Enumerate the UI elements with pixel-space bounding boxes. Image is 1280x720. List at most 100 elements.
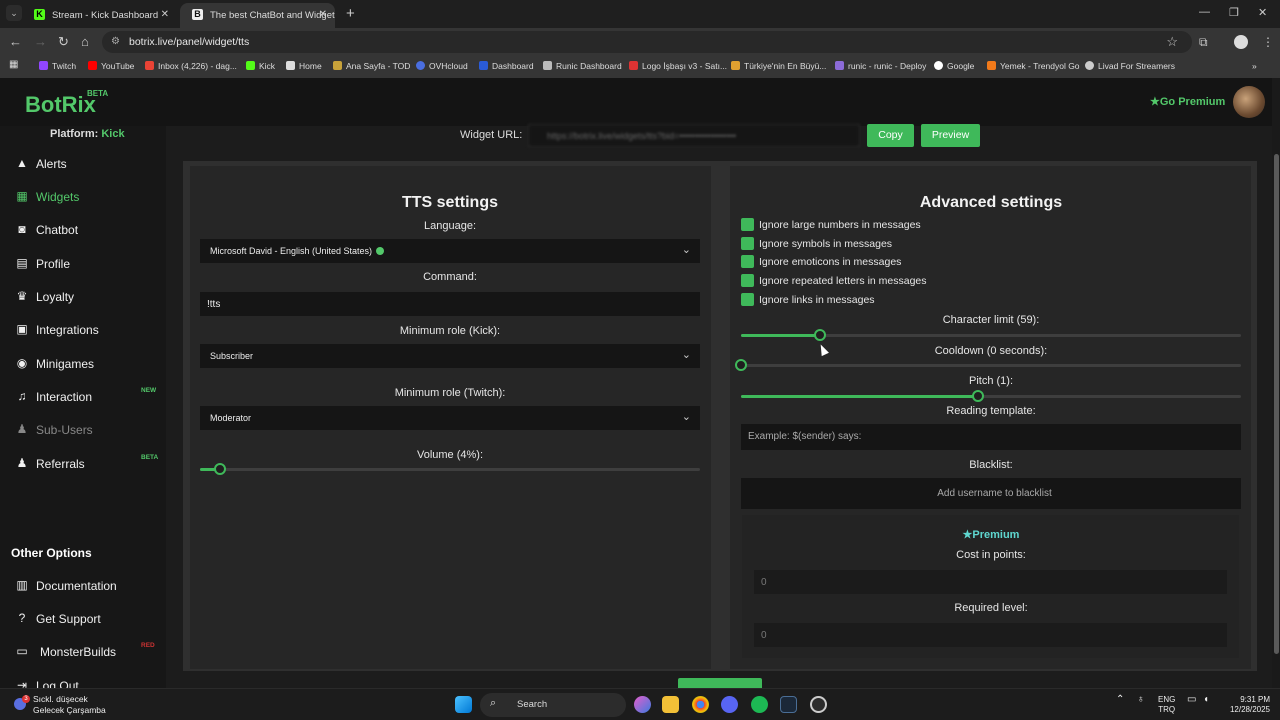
network-icon[interactable]: ▭ xyxy=(1187,695,1196,705)
save-button[interactable] xyxy=(678,678,762,688)
app-icon[interactable] xyxy=(810,696,827,713)
bookmark-ovhcloud[interactable]: OVHcloud xyxy=(416,61,468,71)
cost-in-points-input[interactable]: 0 xyxy=(754,570,1227,594)
discord-icon[interactable] xyxy=(721,696,738,713)
sidebar-item-log-out[interactable]: ⇥ Log Out xyxy=(14,678,164,688)
windows-start-icon[interactable] xyxy=(455,696,472,713)
cooldown-slider-thumb[interactable] xyxy=(735,359,747,371)
sidebar-item-integrations[interactable]: ▣ Integrations xyxy=(14,322,164,342)
sidebar-item-loyalty[interactable]: ♛ Loyalty xyxy=(14,289,164,309)
botrix-logo[interactable]: BotRix xyxy=(25,92,96,118)
min-role-twitch-select[interactable]: Moderator ⌄ xyxy=(200,406,700,430)
mail-icon xyxy=(145,61,154,70)
reading-template-input[interactable]: Example: $(sender) says: xyxy=(741,424,1241,450)
url-bar[interactable]: ⚙ botrix.live/panel/widget/tts ☆ xyxy=(102,31,1192,53)
back-arrow-icon[interactable]: ← xyxy=(9,34,22,49)
volume-slider[interactable] xyxy=(200,463,700,475)
page-scroll-thumb[interactable] xyxy=(1274,154,1279,654)
copilot-icon[interactable] xyxy=(634,696,651,713)
command-input[interactable]: !tts xyxy=(200,292,700,316)
pitch-slider-thumb[interactable] xyxy=(972,390,984,402)
clock[interactable]: 9:31 PM 12/28/2025 xyxy=(1226,695,1270,715)
site-info-icon[interactable]: ⚙ xyxy=(111,36,120,47)
blacklist-label: Blacklist: xyxy=(969,459,1013,471)
checkbox-checked-icon[interactable] xyxy=(741,274,754,287)
volume-slider-thumb[interactable] xyxy=(214,463,226,475)
sidebar-item-sub-users[interactable]: ♟ Sub-Users xyxy=(14,422,164,442)
file-explorer-icon[interactable] xyxy=(662,696,679,713)
bookmark-kick[interactable]: Kick xyxy=(246,61,275,71)
more-bookmarks-icon[interactable]: » xyxy=(1252,61,1257,71)
sidebar-item-widgets[interactable]: ▦ Widgets xyxy=(14,189,164,209)
bookmark-inbox[interactable]: Inbox (4,226) - dag... xyxy=(145,61,237,71)
required-level-input[interactable]: 0 xyxy=(754,623,1227,647)
bookmark-logo-isbasi[interactable]: Logo İşbaşı v3 - Satı... xyxy=(629,61,727,71)
sidebar-item-profile[interactable]: ▤ Profile xyxy=(14,256,164,276)
language-indicator[interactable]: ENG TRQ xyxy=(1158,695,1175,715)
apps-grid-icon[interactable]: ▦ xyxy=(9,59,18,70)
tab-kick-dashboard[interactable]: K Stream - Kick Dashboard ✕ xyxy=(22,3,177,28)
close-tab-icon[interactable]: ✕ xyxy=(319,9,327,20)
close-tab-icon[interactable]: ✕ xyxy=(161,9,169,20)
sidebar-item-referrals[interactable]: ♟ Referrals BETA xyxy=(14,454,164,476)
microphone-icon[interactable]: ♁ xyxy=(1137,695,1145,705)
bookmark-twitch[interactable]: Twitch xyxy=(39,61,76,71)
bookmark-runic-dashboard[interactable]: Runic Dashboard xyxy=(543,61,622,71)
checkbox-checked-icon[interactable] xyxy=(741,237,754,250)
pitch-slider[interactable] xyxy=(741,390,1241,402)
home-icon[interactable]: ⌂ xyxy=(81,34,89,49)
chevron-down-icon: ⌄ xyxy=(681,244,691,256)
character-limit-slider[interactable] xyxy=(741,329,1241,341)
restore-icon[interactable]: ❐ xyxy=(1229,6,1239,19)
steam-icon[interactable] xyxy=(780,696,797,713)
volume-icon[interactable]: ◖ xyxy=(1203,695,1209,705)
tab-search-chevron-icon[interactable]: ⌄ xyxy=(6,5,22,21)
language-select[interactable]: Microsoft David - English (United States… xyxy=(200,239,700,263)
bookmark-dashboard[interactable]: Dashboard xyxy=(479,61,534,71)
sidebar-item-monsterbuilds[interactable]: ▭ MonsterBuilds RED xyxy=(14,642,164,664)
sidebar-item-interaction[interactable]: ♫ Interaction NEW xyxy=(14,387,164,409)
bookmark-star-icon[interactable]: ☆ xyxy=(1166,34,1178,50)
reload-icon[interactable]: ↻ xyxy=(58,34,69,50)
go-premium-link[interactable]: ★Go Premium xyxy=(1150,95,1225,108)
bookmark-livad[interactable]: Livad For Streamers xyxy=(1085,61,1175,71)
chrome-icon[interactable] xyxy=(692,696,709,713)
bookmark-home[interactable]: Home xyxy=(286,61,322,71)
bookmark-youtube[interactable]: YouTube xyxy=(88,61,134,71)
checkbox-checked-icon[interactable] xyxy=(741,255,754,268)
pitch-slider-fill xyxy=(741,395,978,398)
sidebar-item-label: Log Out xyxy=(36,679,79,688)
sidebar-item-chatbot[interactable]: ◙ Chatbot xyxy=(14,222,164,242)
forward-arrow-icon[interactable]: → xyxy=(34,34,47,49)
sidebar-item-get-support[interactable]: ? Get Support xyxy=(14,611,164,631)
minimize-icon[interactable]: — xyxy=(1199,6,1210,18)
tray-chevron-up-icon[interactable]: ⌃ xyxy=(1116,695,1124,705)
menu-dots-icon[interactable]: ⋮ xyxy=(1262,35,1274,49)
checkbox-checked-icon[interactable] xyxy=(741,293,754,306)
tab-botrix[interactable]: B The best ChatBot and Widgets ✕ xyxy=(180,3,335,28)
min-role-kick-select[interactable]: Subscriber ⌄ xyxy=(200,344,700,368)
bookmark-label: Kick xyxy=(259,61,276,71)
avatar[interactable] xyxy=(1233,86,1265,118)
bookmark-ana-sayfa[interactable]: Ana Sayfa - TOD xyxy=(333,61,410,71)
widget-url-field[interactable]: https://botrix.live/widgets/tts?bid=••••… xyxy=(528,124,860,147)
extensions-icon[interactable]: ⧉ xyxy=(1199,35,1208,50)
bookmark-google[interactable]: Google xyxy=(934,61,974,71)
cooldown-slider[interactable] xyxy=(735,359,1241,371)
profile-icon[interactable] xyxy=(1234,35,1248,49)
bookmark-yemek[interactable]: Yemek - Trendyol Go xyxy=(987,61,1080,71)
window-close-icon[interactable]: ✕ xyxy=(1258,6,1267,19)
bookmark-runic-deploy[interactable]: runic - runic - Deploy xyxy=(835,61,926,71)
sidebar-item-alerts[interactable]: ▲ Alerts xyxy=(14,156,164,176)
new-tab-plus-icon[interactable]: + xyxy=(346,5,355,22)
spotify-icon[interactable] xyxy=(751,696,768,713)
character-limit-slider-thumb[interactable] xyxy=(813,329,826,341)
checkbox-checked-icon[interactable] xyxy=(741,218,754,231)
copy-button[interactable]: Copy xyxy=(867,124,914,147)
bookmark-turkiye[interactable]: Türkiye'nin En Büyü... xyxy=(731,61,826,71)
sidebar-item-documentation[interactable]: ▥ Documentation xyxy=(14,578,164,598)
taskbar-search[interactable]: ⌕ Search xyxy=(480,693,626,717)
sidebar-item-minigames[interactable]: ◉ Minigames xyxy=(14,356,164,376)
blacklist-input[interactable]: Add username to blacklist xyxy=(741,478,1241,509)
preview-button[interactable]: Preview xyxy=(921,124,980,147)
